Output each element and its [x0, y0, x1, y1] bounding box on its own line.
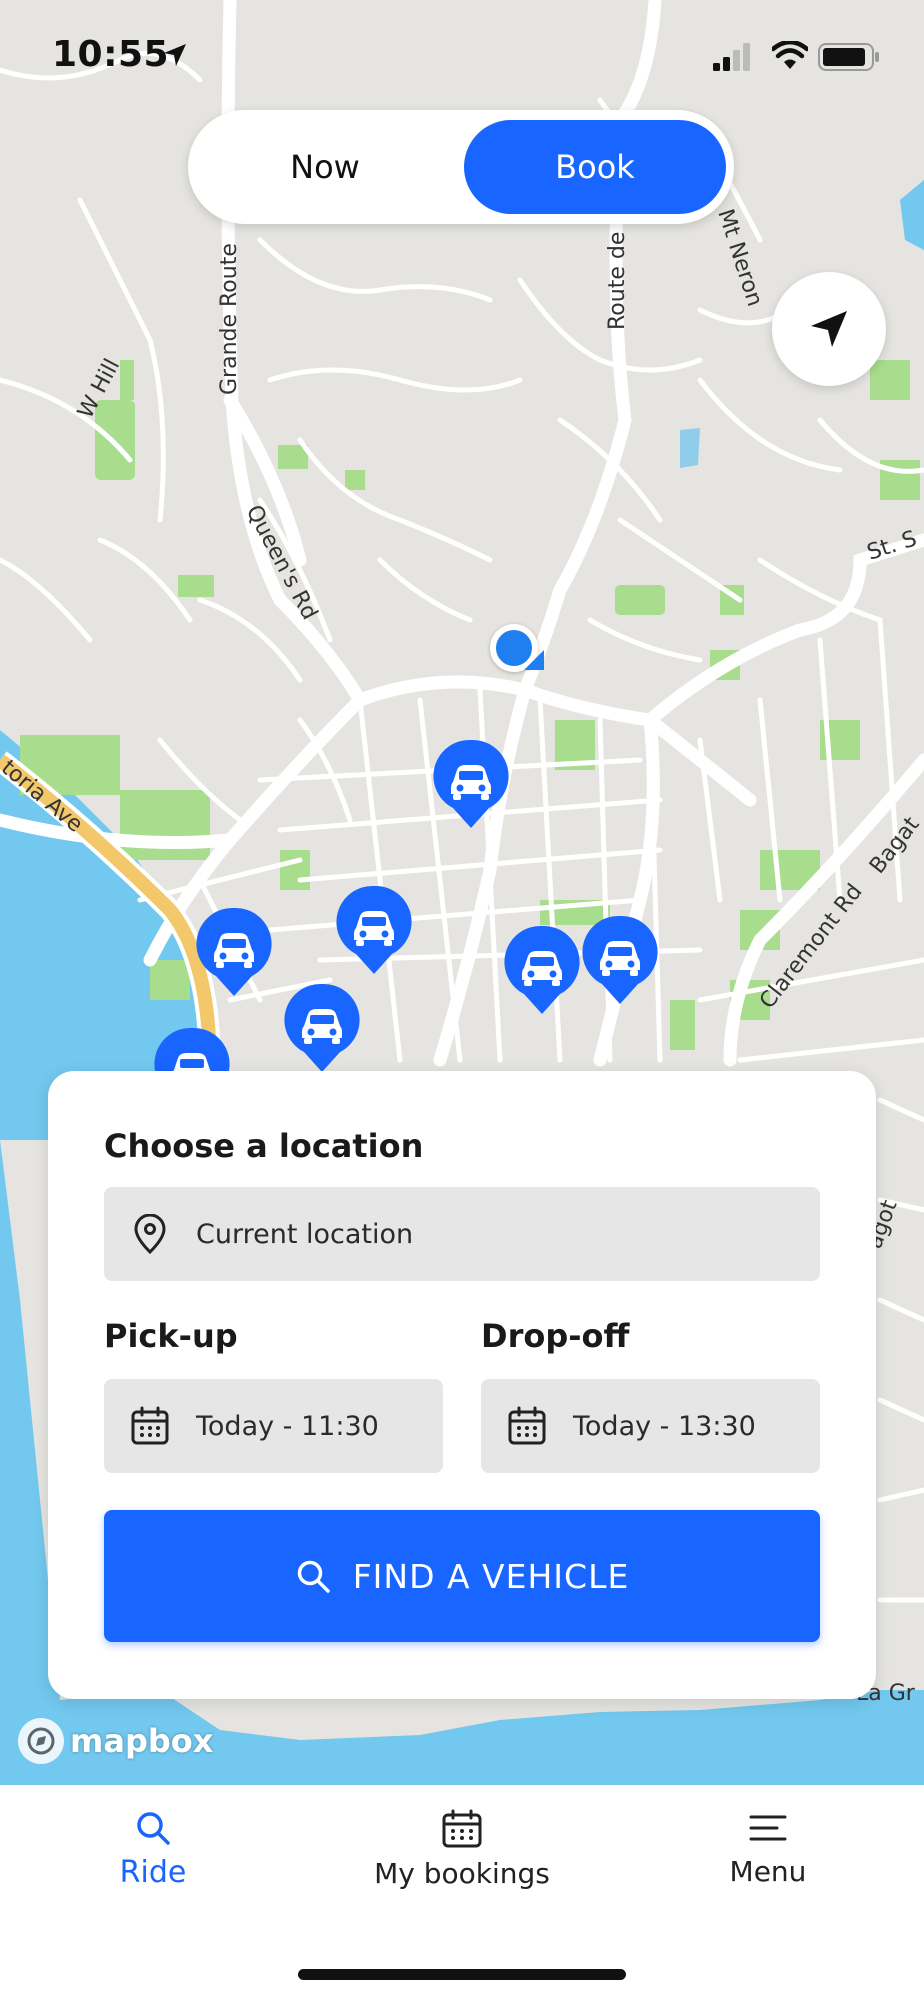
user-heading-indicator — [524, 650, 544, 670]
bottom-tab-bar: Ride My bookings Menu — [0, 1785, 924, 1999]
street-label: Mt Neron — [712, 206, 767, 309]
pickup-time-value: Today - 11:30 — [196, 1410, 379, 1442]
tab-menu[interactable]: Menu — [648, 1809, 888, 1888]
tab-my-bookings-label: My bookings — [374, 1857, 550, 1890]
car-icon — [284, 983, 360, 1072]
book-tab[interactable]: Book — [464, 120, 726, 214]
mapbox-wordmark: mapbox — [70, 1722, 214, 1760]
tab-ride[interactable]: Ride — [33, 1809, 273, 1890]
wifi-icon — [772, 41, 808, 69]
calendar-icon — [442, 1809, 482, 1848]
vehicle-pin[interactable] — [504, 924, 580, 1016]
tab-my-bookings[interactable]: My bookings — [342, 1809, 582, 1890]
status-bar: 10:55 — [0, 0, 924, 110]
car-icon — [504, 925, 580, 1014]
now-tab[interactable]: Now — [194, 120, 456, 214]
dropoff-time-value: Today - 13:30 — [573, 1410, 756, 1442]
tab-ride-label: Ride — [119, 1855, 187, 1890]
car-icon — [433, 739, 509, 828]
street-label: Grande Route — [217, 243, 242, 395]
tab-menu-label: Menu — [729, 1855, 807, 1888]
pickup-time-field[interactable]: Today - 11:30 — [104, 1379, 443, 1473]
car-icon — [196, 907, 272, 996]
street-label: Route de — [605, 232, 630, 330]
location-services-icon — [164, 44, 186, 66]
mapbox-attribution[interactable]: mapbox — [18, 1718, 213, 1764]
home-indicator — [298, 1969, 626, 1980]
navigation-arrow-icon — [811, 311, 847, 347]
map-pin-icon — [130, 1214, 170, 1254]
mapbox-logo-icon — [18, 1718, 64, 1764]
mode-toggle: Now Book — [188, 110, 734, 224]
dropoff-label: Drop-off — [481, 1317, 630, 1355]
calendar-icon — [507, 1406, 547, 1446]
booking-card: Choose a location Current location Pick-… — [48, 1071, 876, 1699]
car-icon — [336, 885, 412, 974]
dropoff-time-field[interactable]: Today - 13:30 — [481, 1379, 820, 1473]
vehicle-pin[interactable] — [433, 738, 509, 830]
find-vehicle-label: FIND A VEHICLE — [352, 1556, 630, 1596]
cellular-signal-icon — [713, 43, 750, 71]
vehicle-pin[interactable] — [196, 906, 272, 998]
calendar-icon — [130, 1406, 170, 1446]
street-label: St. S — [864, 526, 920, 565]
vehicle-pin[interactable] — [336, 884, 412, 976]
find-vehicle-button[interactable]: FIND A VEHICLE — [104, 1510, 820, 1642]
status-time: 10:55 — [52, 34, 170, 75]
location-field[interactable]: Current location — [104, 1187, 820, 1281]
vehicle-pin[interactable] — [582, 914, 658, 1006]
car-icon — [582, 915, 658, 1004]
battery-icon — [818, 43, 879, 71]
vehicle-pin[interactable] — [284, 982, 360, 1074]
pickup-label: Pick-up — [104, 1317, 238, 1355]
location-value: Current location — [196, 1218, 414, 1250]
recenter-location-button[interactable] — [772, 272, 886, 386]
search-icon — [137, 1812, 170, 1845]
menu-icon — [749, 1815, 787, 1841]
card-title: Choose a location — [104, 1127, 424, 1165]
search-icon — [295, 1558, 331, 1594]
